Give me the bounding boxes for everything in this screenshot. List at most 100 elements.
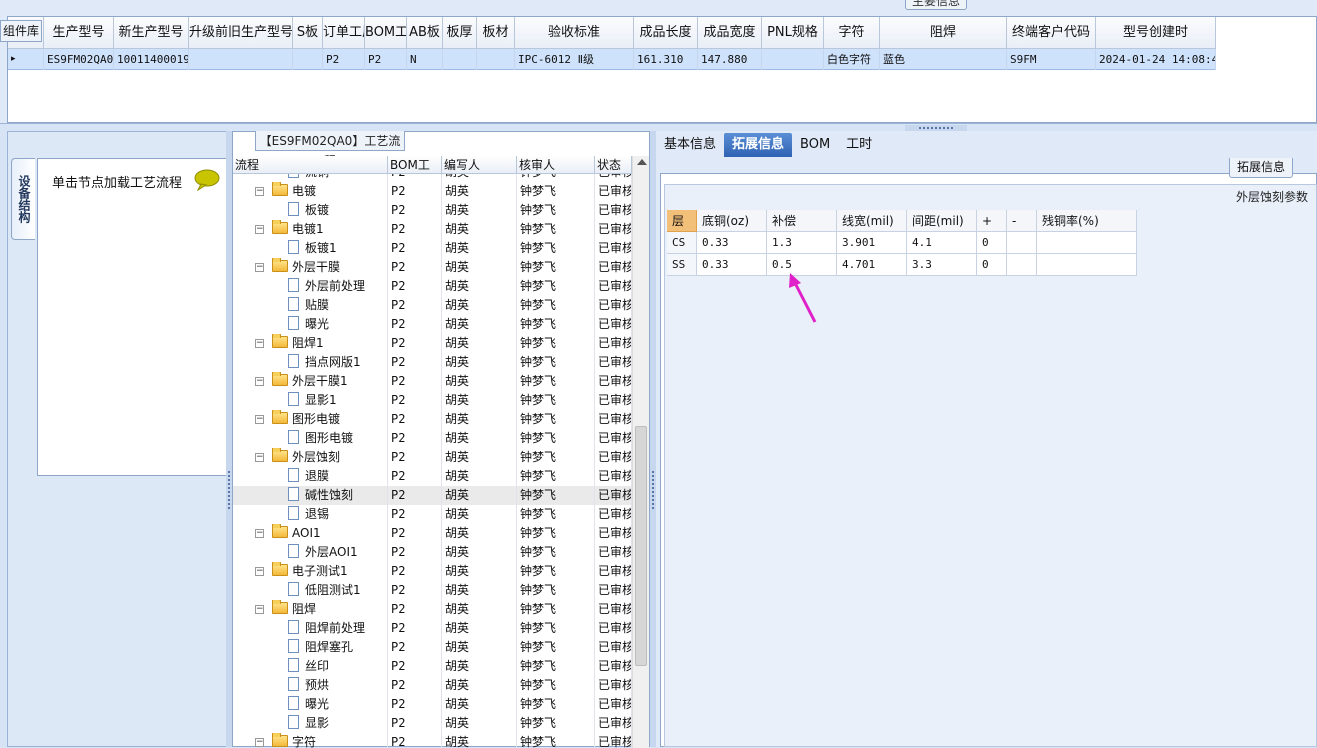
column-header[interactable]: 板厚: [443, 17, 477, 49]
table-cell[interactable]: 白色字符: [824, 49, 880, 70]
tree-column-header[interactable]: 流程: [233, 156, 388, 174]
table-cell[interactable]: 蓝色: [880, 49, 1007, 70]
column-header[interactable]: PNL规格: [762, 17, 824, 49]
main-info-tab[interactable]: 主要信息: [905, 0, 967, 10]
tree-row[interactable]: − 阻焊 P2 胡英 钟梦飞 已审核: [233, 600, 632, 619]
tree-row[interactable]: − 字符 P2 胡英 钟梦飞 已审核: [233, 733, 632, 748]
tree-row[interactable]: − 图形电镀 P2 胡英 钟梦飞 已审核: [233, 410, 632, 429]
tree-row[interactable]: 预烘 P2 胡英 钟梦飞 已审核: [233, 676, 632, 695]
etch-cell[interactable]: 3.901: [837, 232, 907, 254]
table-cell[interactable]: 161.310: [634, 49, 698, 70]
tree-node[interactable]: 阻焊塞孔: [233, 638, 388, 657]
tree-node[interactable]: 贴膜: [233, 296, 388, 315]
device-structure-tab[interactable]: 设备结构: [11, 158, 35, 240]
tree-row[interactable]: − AOI1 P2 胡英 钟梦飞 已审核: [233, 524, 632, 543]
column-header[interactable]: 验收标准: [515, 17, 634, 49]
table-cell[interactable]: [443, 49, 477, 70]
column-header[interactable]: 字符: [824, 17, 880, 49]
tree-node[interactable]: 板镀1: [233, 239, 388, 258]
tree-row[interactable]: 外层前处理 P2 胡英 钟梦飞 已审核: [233, 277, 632, 296]
tree-column-header[interactable]: 状态: [595, 156, 632, 174]
table-cell[interactable]: [477, 49, 515, 70]
column-header[interactable]: 订单工厂: [323, 17, 365, 49]
tree-node[interactable]: − 阻焊: [233, 600, 388, 619]
tree-row[interactable]: − 电镀1 P2 胡英 钟梦飞 已审核: [233, 220, 632, 239]
collapse-toggle-icon[interactable]: −: [255, 187, 264, 196]
tree-node[interactable]: − 字符: [233, 733, 388, 748]
tree-node[interactable]: 碱性蚀刻: [233, 486, 388, 505]
tree-row[interactable]: 退锡 P2 胡英 钟梦飞 已审核: [233, 505, 632, 524]
column-header[interactable]: 阻焊: [880, 17, 1007, 49]
collapse-toggle-icon[interactable]: −: [255, 567, 264, 576]
column-header[interactable]: S板: [293, 17, 323, 49]
tree-row[interactable]: 显影1 P2 胡英 钟梦飞 已审核: [233, 391, 632, 410]
table-row[interactable]: CS 0.33 1.3 3.901 4.1 0: [667, 232, 1137, 254]
tree-node[interactable]: 挡点网版1: [233, 353, 388, 372]
collapse-toggle-icon[interactable]: −: [255, 453, 264, 462]
collapse-toggle-icon[interactable]: −: [255, 263, 264, 272]
tree-node[interactable]: − 图形电镀: [233, 410, 388, 429]
collapse-toggle-icon[interactable]: −: [255, 339, 264, 348]
etch-cell[interactable]: 4.1: [907, 232, 977, 254]
table-cell[interactable]: ES9FM02QA0: [44, 49, 114, 70]
tree-node[interactable]: 外层AOI1: [233, 543, 388, 562]
tree-node[interactable]: 曝光: [233, 695, 388, 714]
etch-cell[interactable]: 0.33: [697, 254, 767, 276]
tab-0[interactable]: 基本信息: [656, 133, 724, 157]
tree-node[interactable]: 板镀: [233, 201, 388, 220]
etch-cell[interactable]: 3.3: [907, 254, 977, 276]
tree-node[interactable]: 外层前处理: [233, 277, 388, 296]
tree-node[interactable]: 退膜: [233, 467, 388, 486]
collapse-toggle-icon[interactable]: −: [255, 225, 264, 234]
tab-2[interactable]: BOM: [792, 133, 838, 157]
column-header[interactable]: BOM工厂: [365, 17, 407, 49]
table-cell[interactable]: [189, 49, 293, 70]
column-header[interactable]: 成品长度: [634, 17, 698, 49]
scroll-thumb[interactable]: [635, 426, 647, 666]
column-header[interactable]: 型号创建时: [1096, 17, 1216, 49]
table-cell[interactable]: 2024-01-24 14:08:45: [1096, 49, 1216, 70]
column-header[interactable]: 终端客户代码: [1007, 17, 1096, 49]
tree-column-header[interactable]: 编写人: [442, 156, 517, 174]
table-cell[interactable]: [293, 49, 323, 70]
tree-node[interactable]: 显影: [233, 714, 388, 733]
column-header[interactable]: 生产型号: [44, 17, 114, 49]
tree-row[interactable]: 板镀1 P2 胡英 钟梦飞 已审核: [233, 239, 632, 258]
column-header[interactable]: 升级前旧生产型号: [189, 17, 293, 49]
tree-row[interactable]: 流铜 P2胡英钟梦飞已审核: [233, 174, 632, 182]
tree-column-header[interactable]: BOM工厂: [388, 156, 442, 174]
tree-node[interactable]: − 外层蚀刻: [233, 448, 388, 467]
tree-node[interactable]: − 电镀: [233, 182, 388, 201]
table-cell[interactable]: P2: [365, 49, 407, 70]
tree-row[interactable]: − 电子测试1 P2 胡英 钟梦飞 已审核: [233, 562, 632, 581]
etch-cell[interactable]: 1.3: [767, 232, 837, 254]
table-cell[interactable]: 147.880: [698, 49, 762, 70]
table-row[interactable]: SS 0.33 0.5 4.701 3.3 0: [667, 254, 1137, 276]
tree-scrollbar[interactable]: [632, 156, 649, 748]
tree-node[interactable]: − 外层干膜1: [233, 372, 388, 391]
tree-node[interactable]: 低阻测试1: [233, 581, 388, 600]
tree-row[interactable]: 外层AOI1 P2 胡英 钟梦飞 已审核: [233, 543, 632, 562]
column-header[interactable]: AB板: [407, 17, 443, 49]
tree-node[interactable]: 图形电镀: [233, 429, 388, 448]
tree-node[interactable]: 阻焊前处理: [233, 619, 388, 638]
tree-row[interactable]: 阻焊塞孔 P2 胡英 钟梦飞 已审核: [233, 638, 632, 657]
component-library-tab[interactable]: 组件库: [0, 20, 42, 42]
tree-node[interactable]: 流铜: [233, 174, 388, 182]
table-cell[interactable]: S9FM: [1007, 49, 1096, 70]
collapse-toggle-icon[interactable]: −: [255, 377, 264, 386]
table-cell[interactable]: [762, 49, 824, 70]
column-header[interactable]: 新生产型号: [114, 17, 189, 49]
etch-cell[interactable]: CS: [667, 232, 697, 254]
column-header[interactable]: 板材: [477, 17, 515, 49]
tree-row[interactable]: 曝光 P2 胡英 钟梦飞 已审核: [233, 695, 632, 714]
tree-row[interactable]: 图形电镀 P2 胡英 钟梦飞 已审核: [233, 429, 632, 448]
tree-node[interactable]: 曝光: [233, 315, 388, 334]
etch-cell[interactable]: 4.701: [837, 254, 907, 276]
extended-info-group-tab[interactable]: 拓展信息: [1229, 158, 1293, 178]
tree-row[interactable]: − 阻焊1 P2 胡英 钟梦飞 已审核: [233, 334, 632, 353]
etch-cell[interactable]: 0: [977, 232, 1007, 254]
tab-3[interactable]: 工时: [838, 133, 880, 157]
etch-cell[interactable]: [1007, 232, 1037, 254]
tree-row[interactable]: 贴膜 P2 胡英 钟梦飞 已审核: [233, 296, 632, 315]
